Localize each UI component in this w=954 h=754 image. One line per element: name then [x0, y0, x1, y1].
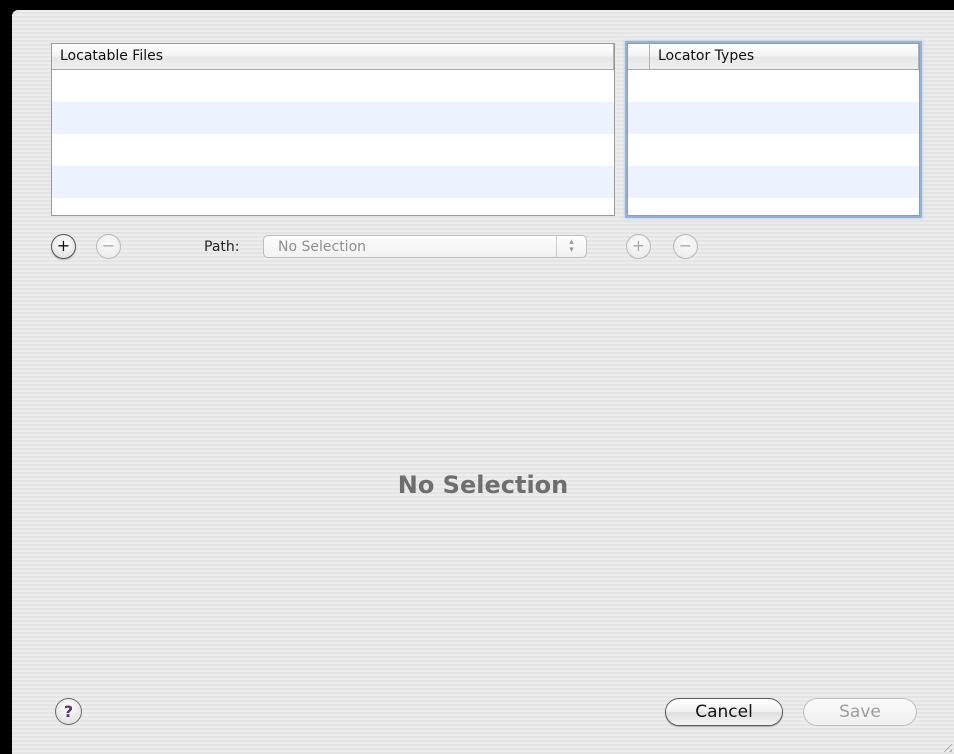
- add-locator-type-button[interactable]: +: [626, 234, 651, 259]
- table-row[interactable]: [628, 70, 919, 102]
- table-row[interactable]: [52, 134, 614, 166]
- minus-icon: −: [678, 236, 693, 255]
- path-popup-value: No Selection: [278, 239, 367, 255]
- locatable-files-header[interactable]: Locatable Files: [52, 44, 614, 70]
- table-row[interactable]: [52, 198, 614, 215]
- table-row[interactable]: [628, 166, 919, 198]
- no-selection-placeholder: No Selection: [397, 471, 569, 499]
- locator-types-table[interactable]: Locator Types: [627, 43, 920, 216]
- column-divider: [918, 44, 919, 69]
- updown-arrows-icon: ▴ ▾: [556, 236, 586, 257]
- table-row[interactable]: [52, 166, 614, 198]
- column-divider: [613, 44, 614, 69]
- plus-icon: +: [56, 236, 71, 255]
- locator-types-header[interactable]: Locator Types: [628, 44, 919, 70]
- locatable-files-column-label: Locatable Files: [60, 48, 164, 64]
- question-mark-icon: ?: [63, 702, 74, 721]
- table-row[interactable]: [52, 102, 614, 134]
- cancel-button[interactable]: Cancel: [665, 698, 783, 726]
- table-row[interactable]: [52, 70, 614, 102]
- locator-types-column-label: Locator Types: [658, 48, 755, 64]
- save-button[interactable]: Save: [803, 698, 917, 726]
- column-divider: [649, 44, 650, 69]
- locatable-files-table[interactable]: Locatable Files: [51, 43, 615, 216]
- resize-grip-icon[interactable]: [940, 740, 952, 752]
- locator-types-rows: [628, 70, 919, 215]
- plus-icon: +: [631, 236, 646, 255]
- path-label: Path:: [204, 239, 240, 255]
- table-row[interactable]: [628, 102, 919, 134]
- remove-file-button[interactable]: −: [96, 234, 121, 259]
- remove-locator-type-button[interactable]: −: [673, 234, 698, 259]
- locatable-files-rows: [52, 70, 614, 215]
- table-row[interactable]: [628, 198, 919, 215]
- table-row[interactable]: [628, 134, 919, 166]
- locator-dialog: Locatable Files Locator Types + − Path: …: [12, 10, 954, 754]
- minus-icon: −: [101, 236, 116, 255]
- help-button[interactable]: ?: [55, 698, 82, 725]
- add-file-button[interactable]: +: [51, 234, 76, 259]
- path-popup[interactable]: No Selection ▴ ▾: [263, 235, 587, 258]
